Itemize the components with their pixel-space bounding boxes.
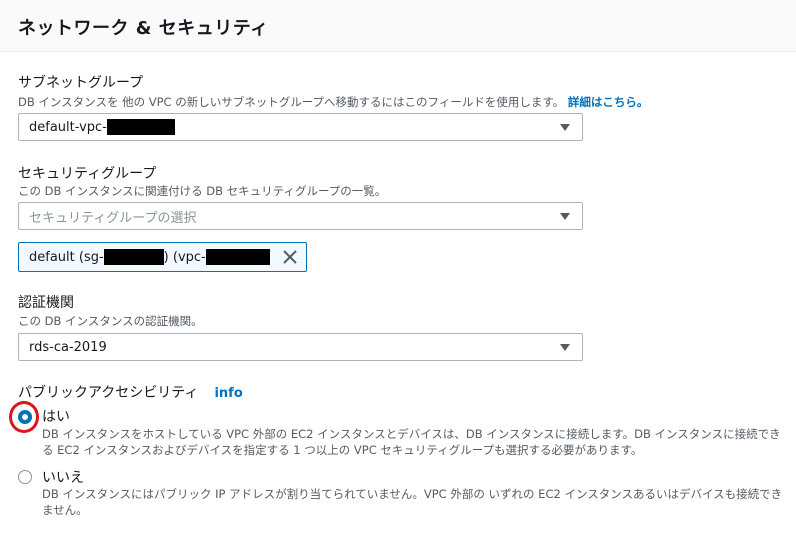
security-group-placeholder: セキュリティグループの選択 <box>29 210 197 226</box>
public-access-yes-description: DB インスタンスをホストしている VPC 外部の EC2 インスタンスとデバイ… <box>42 427 781 457</box>
security-group-select[interactable]: セキュリティグループの選択 <box>18 202 583 230</box>
security-group-token: default (sg- ) (vpc- <box>18 242 307 272</box>
redacted-block <box>103 249 164 265</box>
close-icon[interactable] <box>281 248 299 266</box>
subnet-group-description-text: DB インスタンスを 他の VPC の新しいサブネットグループへ移動するにはこの… <box>18 95 565 109</box>
caret-down-icon <box>560 213 570 220</box>
token-middle: ) (vpc- <box>163 249 206 265</box>
security-group-label: セキュリティグループ <box>18 166 157 182</box>
learn-more-link[interactable]: 詳細はこちら。 <box>568 95 649 109</box>
certificate-authority-select[interactable]: rds-ca-2019 <box>18 333 583 361</box>
section-header: ネットワーク & セキュリティ <box>0 0 796 52</box>
certificate-authority-description: この DB インスタンスの認証機関。 <box>18 314 203 328</box>
public-access-yes-label: はい <box>42 409 70 425</box>
certificate-authority-label: 認証機関 <box>18 295 74 311</box>
public-access-label: パブリックアクセシビリティ <box>18 385 199 401</box>
redacted-block <box>106 119 175 135</box>
public-access-label-row: パブリックアクセシビリティ info <box>18 382 243 402</box>
subnet-group-description: DB インスタンスを 他の VPC の新しいサブネットグループへ移動するにはこの… <box>18 94 648 110</box>
caret-down-icon <box>560 344 570 351</box>
subnet-group-select[interactable]: default-vpc- <box>18 113 583 141</box>
public-access-yes-radio[interactable] <box>18 410 32 424</box>
caret-down-icon <box>560 124 570 131</box>
certificate-authority-value: rds-ca-2019 <box>29 339 107 355</box>
section-title: ネットワーク & セキュリティ <box>18 18 269 39</box>
public-access-no-label: いいえ <box>42 470 84 486</box>
security-group-description: この DB インスタンスに関連付ける DB セキュリティグループの一覧。 <box>18 184 387 198</box>
token-prefix: default (sg- <box>29 249 104 265</box>
public-access-no-description: DB インスタンスにはパブリック IP アドレスが割り当てられていません。VPC… <box>42 487 783 517</box>
public-access-no-radio[interactable] <box>18 470 32 484</box>
redacted-block <box>205 249 270 265</box>
subnet-group-label: サブネットグループ <box>18 75 144 91</box>
subnet-group-value: default-vpc- <box>29 119 107 135</box>
info-link[interactable]: info <box>214 386 242 401</box>
